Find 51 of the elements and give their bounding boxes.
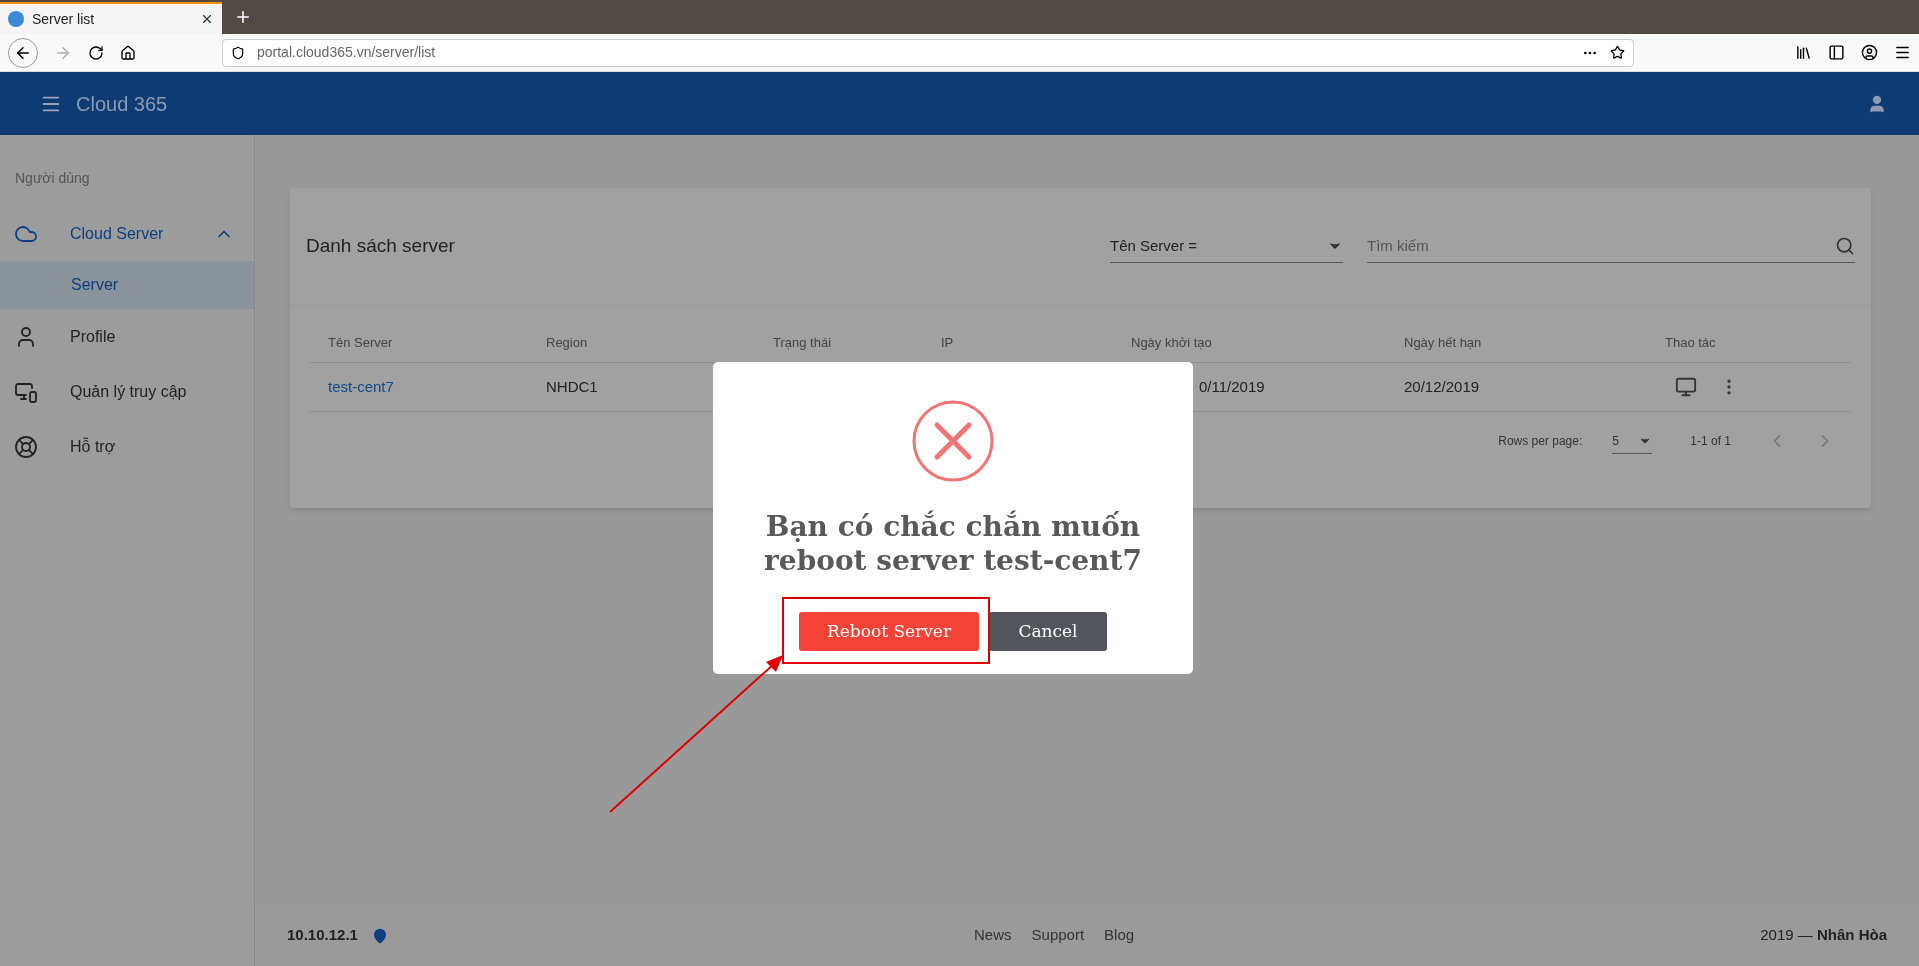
- filter-select[interactable]: Tên Server =: [1110, 230, 1343, 263]
- monitor-icon[interactable]: [1675, 376, 1697, 398]
- close-icon[interactable]: [200, 12, 214, 26]
- footer-link[interactable]: Support: [1031, 924, 1085, 947]
- search-icon[interactable]: [1835, 236, 1855, 256]
- lifebuoy-icon: [14, 434, 38, 459]
- account-icon[interactable]: [1861, 44, 1878, 61]
- ip-address: 10.10.12.1: [287, 925, 358, 946]
- reload-icon[interactable]: [88, 44, 104, 61]
- column-header: Ngày hết hạn: [1403, 333, 1483, 352]
- footer-link[interactable]: News: [974, 924, 1012, 947]
- sidebar-item[interactable]: Hỗ trợ: [0, 419, 254, 474]
- column-header: Trạng thái: [772, 333, 833, 352]
- address-bar[interactable]: portal.cloud365.vn/server/list: [222, 38, 1634, 67]
- rows-per-page-label: Rows per page:: [1498, 433, 1583, 450]
- table-cell-text: 20/12/2019: [1403, 376, 1481, 397]
- home-icon[interactable]: [120, 44, 136, 61]
- sidebar-item[interactable]: Quản lý truy cập: [0, 364, 254, 419]
- location-pin-icon: [371, 927, 388, 944]
- star-icon[interactable]: [1610, 45, 1625, 60]
- server-name-link[interactable]: test-cent7: [310, 375, 528, 399]
- column-header: Tên Server: [327, 333, 394, 352]
- card-title: Danh sách server: [306, 234, 456, 259]
- search-field[interactable]: Tìm kiếm: [1367, 234, 1835, 258]
- reboot-button[interactable]: Reboot Server: [799, 612, 979, 651]
- sidebar-item[interactable]: Profile: [0, 309, 254, 364]
- app-header: Cloud 365: [0, 72, 1919, 135]
- table-cell: 0/11/2019: [1199, 378, 1265, 395]
- new-tab-icon[interactable]: [234, 8, 252, 26]
- menu-icon[interactable]: [1894, 44, 1911, 61]
- copyright-text: 2019 — Nhân Hòa: [1760, 925, 1887, 946]
- sidebar-item[interactable]: Cloud Server: [0, 206, 254, 261]
- sidebar-subitem[interactable]: Server: [0, 261, 254, 309]
- footer-link[interactable]: Blog: [1104, 924, 1135, 947]
- library-icon[interactable]: [1795, 44, 1812, 61]
- sidebar-icon[interactable]: [1828, 44, 1845, 61]
- error-icon: [912, 400, 994, 482]
- column-header: Thao tác: [1664, 333, 1717, 352]
- column-header: IP: [940, 333, 955, 352]
- table-cell-text: NHDC1: [545, 376, 599, 397]
- dialog-message: Bạn có chắc chắn muốn reboot server test-cent7: [763, 510, 1143, 578]
- rows-per-page-select[interactable]: 5: [1612, 428, 1653, 454]
- column-header: Region: [545, 333, 589, 352]
- browser-tab[interactable]: Server list: [0, 2, 222, 34]
- page-range: 1-1 of 1: [1690, 433, 1731, 450]
- site-favicon: [8, 11, 24, 27]
- user-icon[interactable]: [1867, 93, 1887, 114]
- column-header: Ngày khởi tạo: [1130, 333, 1213, 352]
- cancel-button[interactable]: Cancel: [989, 612, 1107, 651]
- shield-icon: [231, 45, 245, 60]
- sidebar-section-label: Người dùng: [14, 169, 91, 188]
